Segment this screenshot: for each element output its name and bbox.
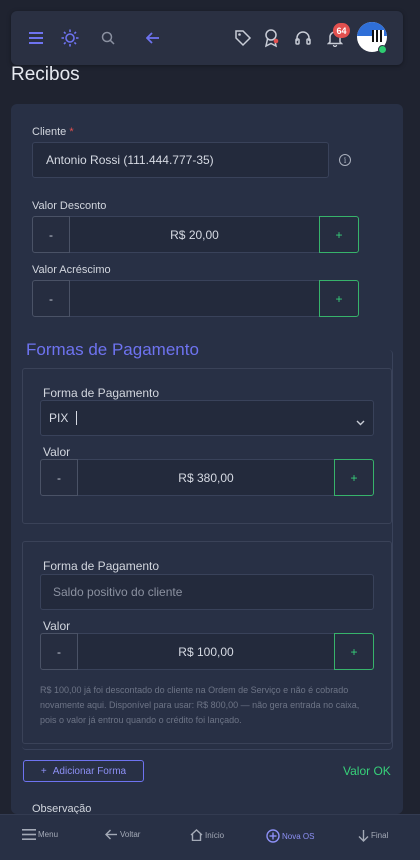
nav-inicio[interactable]: Início: [190, 829, 224, 841]
acrescimo-stepper: - +: [32, 280, 359, 317]
headset-icon[interactable]: [291, 26, 315, 50]
online-status-dot: [378, 45, 387, 54]
forma-select-2[interactable]: Saldo positivo do cliente: [40, 574, 374, 610]
acrescimo-label: Valor Acréscimo: [32, 264, 111, 276]
valor-stepper-1: - R$ 380,00 +: [40, 459, 374, 496]
required-mark: *: [69, 126, 74, 138]
page-title: Recibos: [11, 64, 80, 85]
plus-icon: +: [40, 765, 47, 777]
desconto-stepper: - R$ 20,00 +: [32, 216, 359, 253]
menu-icon[interactable]: [25, 26, 49, 50]
arrow-left-icon[interactable]: [141, 26, 165, 50]
nav-voltar[interactable]: Voltar: [105, 829, 140, 840]
tag-icon[interactable]: [231, 26, 255, 50]
nav-menu[interactable]: Menu: [22, 829, 58, 840]
nav-final[interactable]: Final: [358, 829, 388, 842]
valor-stepper-2: - R$ 100,00 +: [40, 633, 374, 670]
search-icon[interactable]: [96, 26, 120, 50]
valor-minus-button-1[interactable]: -: [40, 459, 78, 496]
valor-plus-button-2[interactable]: +: [334, 633, 374, 670]
notification-badge: 64: [333, 23, 350, 38]
forma-label-2: Forma de Pagamento: [43, 559, 160, 573]
chevron-down-icon: [356, 415, 365, 429]
desconto-plus-button[interactable]: +: [319, 216, 359, 253]
nav-nova-os-label: Nova OS: [282, 831, 315, 841]
arrow-left-icon: [105, 829, 118, 840]
arrow-down-icon: [358, 829, 369, 842]
cliente-field[interactable]: Antonio Rossi (111.444.777-35): [32, 142, 329, 178]
desconto-label: Valor Desconto: [32, 200, 107, 212]
valor-input-1[interactable]: R$ 380,00: [78, 459, 334, 496]
nav-voltar-label: Voltar: [120, 830, 141, 839]
nav-menu-label: Menu: [38, 830, 59, 839]
acrescimo-input[interactable]: [70, 280, 319, 317]
valor-label-2: Valor: [43, 619, 71, 633]
sun-icon[interactable]: [58, 26, 82, 50]
info-icon[interactable]: i: [339, 154, 351, 166]
valor-plus-button-1[interactable]: +: [334, 459, 374, 496]
desconto-minus-button[interactable]: -: [32, 216, 70, 253]
payment-status: Valor OK: [343, 764, 391, 778]
desconto-input[interactable]: R$ 20,00: [70, 216, 319, 253]
add-payment-button[interactable]: + Adicionar Forma: [23, 760, 144, 782]
award-icon[interactable]: [259, 26, 283, 50]
forma-select-1[interactable]: PIX: [40, 400, 374, 436]
nav-inicio-label: Início: [205, 830, 225, 840]
acrescimo-plus-button[interactable]: +: [319, 280, 359, 317]
valor-input-2[interactable]: R$ 100,00: [78, 633, 334, 670]
forma-value-1: PIX: [49, 411, 69, 425]
acrescimo-minus-button[interactable]: -: [32, 280, 70, 317]
valor-label-1: Valor: [43, 445, 71, 459]
nav-nova-os[interactable]: Nova OS: [266, 829, 314, 843]
menu-icon: [22, 829, 36, 840]
home-icon: [190, 829, 203, 841]
bottom-nav: Menu Voltar Início Nova OS Final: [0, 814, 420, 860]
add-payment-label: Adicionar Forma: [52, 765, 127, 777]
valor-minus-button-2[interactable]: -: [40, 633, 78, 670]
payments-section-title: Formas de Pagamento: [26, 340, 199, 359]
top-bar: 64: [11, 11, 403, 65]
cliente-label: Cliente *: [32, 126, 74, 138]
text-cursor: [76, 411, 78, 425]
saldo-help-text: R$ 100,00 já foi descontado do cliente n…: [40, 685, 360, 725]
plus-circle-icon: [266, 829, 280, 843]
nav-final-label: Final: [371, 831, 389, 840]
forma-label-1: Forma de Pagamento: [43, 386, 160, 400]
cliente-value: Antonio Rossi (111.444.777-35): [46, 153, 214, 167]
forma-placeholder-2: Saldo positivo do cliente: [53, 585, 183, 599]
